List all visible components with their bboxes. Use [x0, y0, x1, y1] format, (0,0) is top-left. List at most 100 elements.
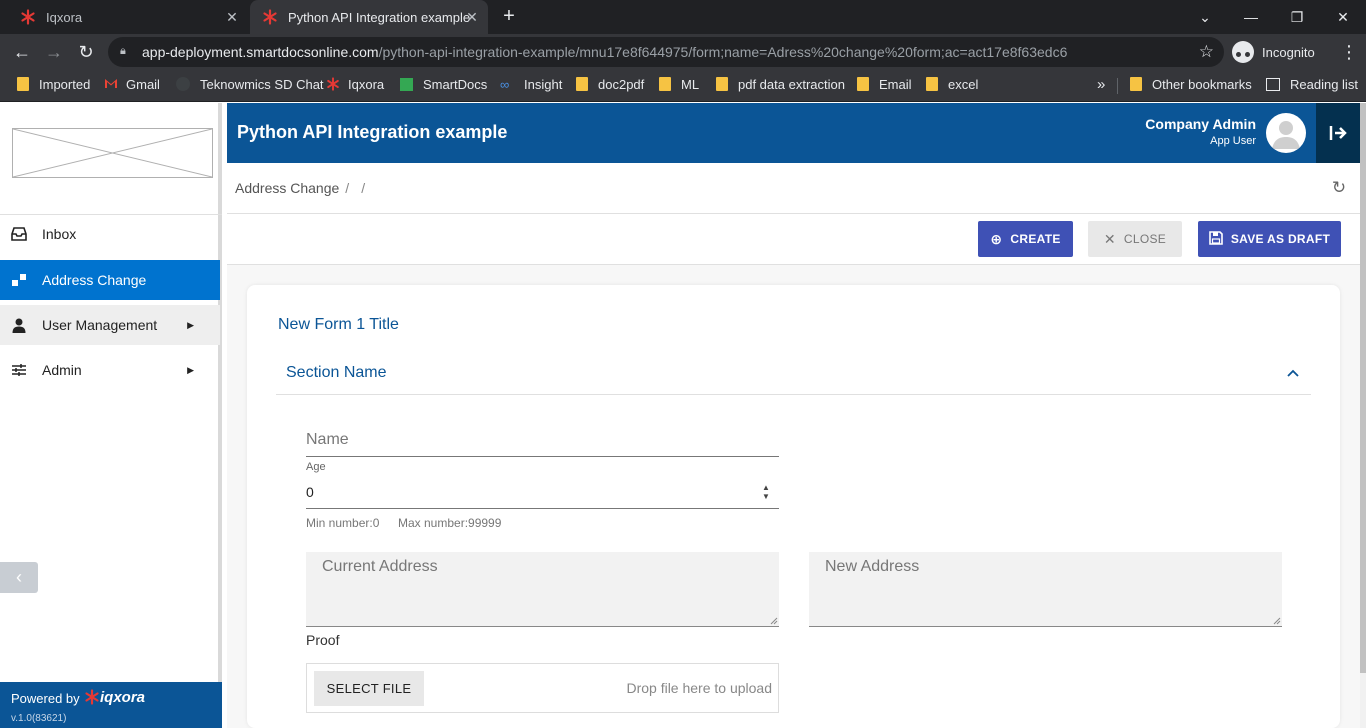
user-icon — [10, 316, 28, 334]
age-value: 0 — [306, 484, 314, 500]
bookmark-label: SmartDocs — [423, 76, 488, 92]
gmail-icon — [104, 77, 117, 91]
bookmark-pdf-data-extraction[interactable]: pdf data extraction — [716, 70, 845, 98]
bookmark-label: Insight — [524, 76, 563, 92]
sidebar-item-admin[interactable]: Admin ▶ — [0, 350, 220, 390]
chevron-up-icon[interactable] — [1287, 364, 1299, 380]
select-file-button[interactable]: SELECT FILE — [314, 671, 424, 706]
browser-tab-iqxora[interactable]: Iqxora ✕ — [0, 0, 248, 34]
bookmarks-separator — [1117, 78, 1118, 94]
bookmark-label: excel — [948, 76, 979, 92]
scrollbar-thumb[interactable] — [1360, 103, 1366, 673]
address-bar[interactable]: 🔒︎ app-deployment.smartdocsonline.com/py… — [108, 37, 1224, 67]
tab-close-icon[interactable]: ✕ — [224, 9, 240, 25]
logo-placeholder — [12, 128, 213, 178]
current-address-placeholder: Current Address — [322, 558, 438, 575]
avatar[interactable] — [1266, 113, 1306, 153]
bookmark-label: Email — [879, 76, 912, 92]
bookmark-label: pdf data extraction — [738, 76, 845, 92]
browser-menu-icon[interactable]: ⋮ — [1340, 40, 1358, 64]
file-upload-dropzone[interactable]: SELECT FILE Drop file here to upload — [306, 663, 779, 713]
resize-grip-icon[interactable] — [1273, 617, 1281, 625]
bookmark-excel[interactable]: excel — [926, 70, 978, 98]
close-button[interactable]: ✕ CLOSE — [1088, 221, 1182, 257]
sidebar-item-address-change[interactable]: Address Change — [0, 260, 220, 300]
bookmark-imported[interactable]: Imported — [17, 70, 90, 98]
bookmark-email[interactable]: Email — [857, 70, 912, 98]
incognito-indicator[interactable]: Incognito — [1232, 39, 1315, 65]
bookmark-insight[interactable]: ∞ Insight — [500, 70, 562, 98]
chat-icon — [176, 77, 190, 91]
resize-grip-icon[interactable] — [770, 617, 778, 625]
bookmarks-overflow-icon[interactable]: » — [1097, 70, 1105, 98]
bookmark-iqxora[interactable]: Iqxora — [326, 70, 384, 98]
restore-icon[interactable]: ❐ — [1274, 0, 1320, 34]
insight-icon: ∞ — [500, 77, 510, 92]
folder-icon — [17, 77, 29, 91]
bookmark-doc2pdf[interactable]: doc2pdf — [576, 70, 644, 98]
url-path: /python-api-integration-example/mnu17e8f… — [378, 44, 1068, 60]
logout-icon[interactable] — [1316, 103, 1360, 163]
folder-icon — [576, 77, 588, 91]
reading-list[interactable]: Reading list — [1266, 70, 1358, 98]
create-button[interactable]: ⊕ CREATE — [978, 221, 1073, 257]
new-address-field[interactable]: New Address — [809, 552, 1282, 627]
forward-icon[interactable]: → — [42, 40, 66, 64]
sidebar-item-inbox[interactable]: Inbox — [0, 214, 220, 254]
action-bar: ⊕ CREATE ✕ CLOSE SAVE AS DRAFT — [227, 214, 1360, 265]
folder-icon — [716, 77, 728, 91]
min-number-hint: Min number:0 — [306, 516, 380, 530]
bookmark-label: Other bookmarks — [1152, 76, 1252, 92]
breadcrumb: Address Change / / — [235, 180, 371, 196]
bookmark-other-bookmarks[interactable]: Other bookmarks — [1130, 70, 1252, 98]
iqxora-favicon-icon — [262, 9, 278, 25]
bookmark-label: Gmail — [126, 76, 160, 92]
new-tab-icon[interactable]: + — [498, 6, 520, 28]
smartdocs-icon — [400, 77, 413, 91]
minimize-icon[interactable]: — — [1228, 0, 1274, 34]
back-icon[interactable]: ← — [10, 40, 34, 64]
bookmark-ml[interactable]: ML — [659, 70, 699, 98]
save-as-draft-button[interactable]: SAVE AS DRAFT — [1198, 221, 1341, 257]
bookmark-label: Iqxora — [348, 76, 385, 92]
section-header[interactable]: Section Name — [276, 352, 1311, 395]
page-scrollbar[interactable] — [1360, 103, 1366, 728]
bookmark-star-icon[interactable]: ☆ — [1199, 42, 1214, 62]
bookmark-smartdocs[interactable]: SmartDocs — [400, 70, 487, 98]
browser-tab-python-api[interactable]: Python API Integration example ✕ — [250, 0, 488, 34]
close-button-label: CLOSE — [1123, 232, 1167, 246]
breadcrumb-item[interactable]: Address Change — [235, 180, 339, 196]
sidebar-item-user-management[interactable]: User Management ▶ — [0, 305, 220, 345]
collapse-sidebar-button[interactable]: ‹ — [0, 562, 38, 593]
incognito-icon — [1232, 41, 1254, 63]
bookmark-gmail[interactable]: Gmail — [104, 70, 160, 98]
bookmark-teknowmics[interactable]: Teknowmics SD Chat — [176, 70, 324, 98]
form-icon — [10, 271, 28, 289]
folder-icon — [1130, 77, 1142, 91]
sidebar-item-label: Inbox — [42, 226, 77, 242]
name-field[interactable]: Name — [306, 425, 779, 457]
iqxora-logo: iqxora — [84, 689, 145, 706]
sidebar-item-label: User Management — [42, 317, 158, 333]
form-title: New Form 1 Title — [278, 316, 399, 333]
lock-icon: 🔒︎ — [120, 45, 126, 57]
iqxora-icon — [326, 77, 339, 91]
tab-close-icon[interactable]: ✕ — [464, 9, 480, 25]
max-number-hint: Max number:99999 — [398, 516, 502, 530]
age-input[interactable]: 0 ▲ ▼ — [306, 476, 779, 509]
bookmark-label: doc2pdf — [598, 76, 645, 92]
window-close-icon[interactable]: ✕ — [1320, 0, 1366, 34]
reload-icon[interactable]: ↻ — [74, 40, 98, 64]
tab-search-icon[interactable]: ⌄ — [1182, 0, 1228, 34]
browser-tab-strip: Iqxora ✕ Python API Integration example … — [0, 0, 1366, 34]
number-stepper-icon[interactable]: ▲ ▼ — [762, 483, 770, 501]
bookmark-label: ML — [681, 76, 700, 92]
proof-label: Proof — [306, 632, 340, 648]
user-role: App User — [1210, 135, 1256, 147]
incognito-label: Incognito — [1262, 44, 1315, 60]
sidebar: Inbox Address Change User Management ▶ A… — [0, 103, 222, 728]
breadcrumb-bar: Address Change / / ↻ — [227, 163, 1360, 214]
add-circle-icon: ⊕ — [990, 230, 1003, 247]
current-address-field[interactable]: Current Address — [306, 552, 779, 627]
refresh-icon[interactable]: ↻ — [1330, 179, 1348, 197]
